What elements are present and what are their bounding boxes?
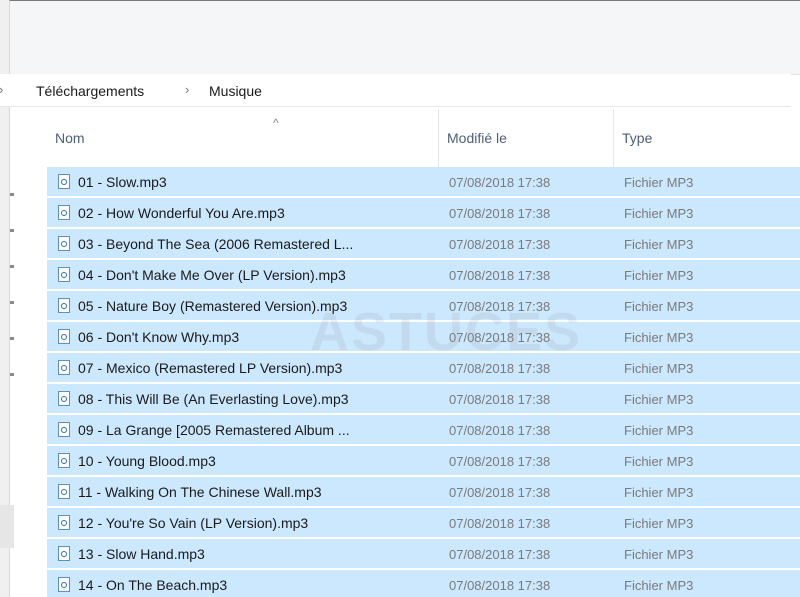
file-type: Fichier MP3 (624, 206, 694, 221)
file-modified-date: 07/08/2018 17:38 (449, 361, 551, 376)
file-modified-date: 07/08/2018 17:38 (449, 268, 551, 283)
column-header-modified[interactable]: Modifié le (439, 109, 614, 167)
mp3-file-icon (58, 298, 70, 313)
column-header-type[interactable]: Type (614, 109, 800, 167)
file-modified-date: 07/08/2018 17:38 (449, 392, 551, 407)
mp3-file-icon (58, 391, 70, 406)
breadcrumb-chevron-icon[interactable]: › (185, 82, 189, 97)
file-type: Fichier MP3 (624, 330, 694, 345)
file-modified-date: 07/08/2018 17:38 (449, 206, 551, 221)
file-row[interactable]: 05 - Nature Boy (Remastered Version).mp3… (47, 291, 800, 320)
file-row[interactable]: 01 - Slow.mp3 07/08/2018 17:38 Fichier MP3 (47, 167, 800, 196)
file-name: 08 - This Will Be (An Everlasting Love).… (78, 391, 349, 407)
file-row[interactable]: 11 - Walking On The Chinese Wall.mp3 07/0… (47, 477, 800, 506)
breadcrumb-item-telechargements[interactable]: Téléchargements (36, 83, 144, 99)
nav-expand-icon[interactable] (10, 265, 14, 268)
file-modified-date: 07/08/2018 17:38 (449, 578, 551, 593)
mp3-file-icon (58, 484, 70, 499)
mp3-file-icon (58, 267, 70, 282)
file-type: Fichier MP3 (624, 237, 694, 252)
file-name: 14 - On The Beach.mp3 (78, 577, 228, 593)
file-row[interactable]: 08 - This Will Be (An Everlasting Love).… (47, 384, 800, 413)
nav-expand-icon[interactable] (10, 337, 14, 340)
file-type: Fichier MP3 (624, 547, 694, 562)
file-modified-date: 07/08/2018 17:38 (449, 330, 551, 345)
nav-expand-icon[interactable] (10, 229, 14, 232)
column-header-name[interactable]: ^ Nom (47, 109, 439, 167)
file-name: 06 - Don't Know Why.mp3 (78, 329, 240, 345)
mp3-file-icon (58, 236, 70, 251)
navigation-pane[interactable] (10, 167, 47, 597)
file-row[interactable]: 12 - You're So Vain (LP Version).mp3 07/0… (47, 508, 800, 537)
file-row[interactable]: 13 - Slow Hand.mp3 07/08/2018 17:38 Fichie… (47, 539, 800, 568)
address-bar[interactable]: › Téléchargements › Musique (0, 74, 791, 107)
mp3-file-icon (58, 329, 70, 344)
file-name: 07 - Mexico (Remastered LP Version).mp3 (78, 360, 343, 376)
nav-expand-icon[interactable] (10, 301, 14, 304)
file-type: Fichier MP3 (624, 485, 694, 500)
file-type: Fichier MP3 (624, 578, 694, 593)
mp3-file-icon (58, 453, 70, 468)
file-modified-date: 07/08/2018 17:38 (449, 516, 551, 531)
ribbon (10, 1, 800, 75)
mp3-file-icon (58, 360, 70, 375)
file-name: 03 - Beyond The Sea (2006 Remastered L..… (78, 236, 354, 252)
mp3-file-icon (58, 515, 70, 530)
file-row[interactable]: 07 - Mexico (Remastered LP Version).mp3 0… (47, 353, 800, 382)
nav-expand-icon[interactable] (10, 193, 14, 196)
file-row[interactable]: 09 - La Grange [2005 Remastered Album ..… (47, 415, 800, 444)
column-header-modified-label: Modifié le (447, 130, 507, 146)
mp3-file-icon (58, 174, 70, 189)
file-row[interactable]: 10 - Young Blood.mp3 07/08/2018 17:38 Fich… (47, 446, 800, 475)
mp3-file-icon (58, 205, 70, 220)
file-name: 02 - How Wonderful You Are.mp3 (78, 205, 285, 221)
mp3-file-icon (58, 422, 70, 437)
mp3-file-icon (58, 546, 70, 561)
nav-expand-icon[interactable] (10, 373, 14, 376)
column-header-row: ^ Nom Modifié le Type (10, 109, 800, 167)
file-name: 12 - You're So Vain (LP Version).mp3 (78, 515, 309, 531)
file-name: 13 - Slow Hand.mp3 (78, 546, 205, 562)
file-name: 10 - Young Blood.mp3 (78, 453, 216, 469)
file-type: Fichier MP3 (624, 392, 694, 407)
file-name: 01 - Slow.mp3 (78, 174, 167, 190)
file-row[interactable]: 14 - On The Beach.mp3 07/08/2018 17:38 Fic… (47, 570, 800, 597)
file-modified-date: 07/08/2018 17:38 (449, 485, 551, 500)
file-row[interactable]: 02 - How Wonderful You Are.mp3 07/08/2018… (47, 198, 800, 227)
file-type: Fichier MP3 (624, 299, 694, 314)
file-type: Fichier MP3 (624, 516, 694, 531)
column-header-name-label: Nom (55, 130, 85, 146)
file-type: Fichier MP3 (624, 175, 694, 190)
file-type: Fichier MP3 (624, 361, 694, 376)
file-name: 09 - La Grange [2005 Remastered Album ..… (78, 422, 350, 438)
file-name: 05 - Nature Boy (Remastered Version).mp3 (78, 298, 348, 314)
file-modified-date: 07/08/2018 17:38 (449, 423, 551, 438)
file-type: Fichier MP3 (624, 454, 694, 469)
file-modified-date: 07/08/2018 17:38 (449, 454, 551, 469)
file-name: 04 - Don't Make Me Over (LP Version).mp3 (78, 267, 346, 283)
column-header-type-label: Type (622, 130, 653, 146)
file-row[interactable]: 06 - Don't Know Why.mp3 07/08/2018 17:38 F… (47, 322, 800, 351)
nav-scrollbar[interactable] (0, 505, 14, 548)
file-modified-date: 07/08/2018 17:38 (449, 237, 551, 252)
file-type: Fichier MP3 (624, 423, 694, 438)
file-modified-date: 07/08/2018 17:38 (449, 299, 551, 314)
breadcrumb-item-musique[interactable]: Musique (209, 83, 262, 99)
file-type: Fichier MP3 (624, 268, 694, 283)
file-modified-date: 07/08/2018 17:38 (449, 547, 551, 562)
file-name: 11 - Walking On The Chinese Wall.mp3 (78, 484, 322, 500)
file-row[interactable]: 04 - Don't Make Me Over (LP Version).mp3… (47, 260, 800, 289)
file-modified-date: 07/08/2018 17:38 (449, 175, 551, 190)
breadcrumb-root-chevron-icon[interactable]: › (0, 82, 3, 97)
mp3-file-icon (58, 577, 70, 592)
file-row[interactable]: 03 - Beyond The Sea (2006 Remastered L..… (47, 229, 800, 258)
file-list[interactable]: 01 - Slow.mp3 07/08/2018 17:38 Fichier MP3… (47, 167, 800, 597)
